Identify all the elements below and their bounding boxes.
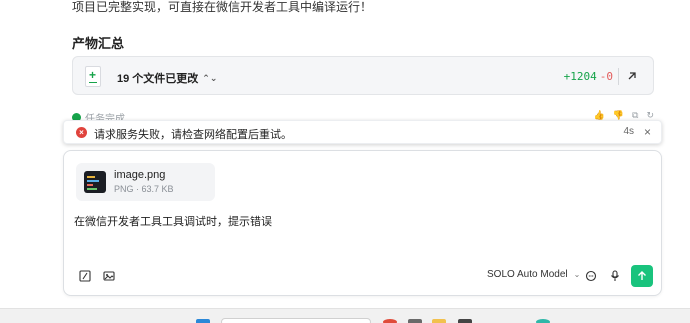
diff-stats: +1204 -0 [564, 70, 613, 83]
image-thumbnail [84, 171, 106, 193]
prompt-text[interactable]: 在微信开发者工具工具调试时，提示错误 [74, 213, 272, 229]
chevron-down-icon: ⌄ [573, 270, 581, 279]
taskbar-search[interactable] [221, 318, 371, 323]
divider [618, 68, 619, 85]
intro-text: 项目已完整实现，可直接在微信开发者工具中编译运行！ [72, 0, 373, 14]
error-toast: × 请求服务失败，请检查网络配置后重试。 4s × [63, 120, 662, 144]
toast-timer: 4s [623, 126, 634, 137]
voice-chat-button[interactable] [582, 267, 600, 285]
files-changed-label: 19 个文件已更改 [117, 73, 199, 85]
send-button[interactable] [631, 265, 653, 287]
app-icon[interactable] [408, 319, 422, 323]
arrow-up-right-icon [628, 72, 636, 80]
attachment-meta: PNG · 63.7 KB [114, 184, 174, 194]
model-selector[interactable]: SOLO Auto Model ⌄ [487, 269, 580, 280]
microphone-button[interactable] [606, 267, 624, 285]
chat-bubble-icon [585, 270, 597, 282]
attachment-name: image.png [114, 169, 166, 181]
deletions-count: -0 [599, 70, 613, 83]
section-title: 产物汇总 [72, 36, 125, 51]
chevron-updown-icon: ⌃⌄ [202, 72, 218, 83]
open-external-button[interactable] [623, 67, 641, 85]
image-attachment[interactable]: image.png PNG · 63.7 KB [76, 163, 215, 201]
model-label: SOLO Auto Model [487, 269, 568, 280]
files-changed-toggle[interactable]: 19 个文件已更改 ⌃⌄ [117, 70, 217, 86]
folder-icon[interactable] [432, 319, 446, 323]
toast-message: 请求服务失败，请检查网络配置后重试。 [94, 129, 292, 141]
slash-box-icon [79, 270, 91, 282]
app-icon[interactable] [458, 319, 472, 323]
toast-close-button[interactable]: × [644, 125, 651, 139]
app-icon[interactable] [536, 319, 550, 323]
artifact-summary-card[interactable]: + 19 个文件已更改 ⌃⌄ +1204 -0 [72, 56, 654, 95]
microphone-icon [611, 270, 619, 281]
image-icon [103, 271, 115, 281]
windows-start-icon[interactable] [196, 319, 210, 323]
additions-count: +1204 [563, 70, 597, 83]
file-add-icon: + [85, 66, 101, 87]
arrow-up-icon [638, 271, 646, 280]
context-button[interactable] [76, 267, 94, 285]
error-icon: × [76, 127, 87, 138]
chat-composer: image.png PNG · 63.7 KB 在微信开发者工具工具调试时，提示… [63, 150, 662, 296]
browser-icon[interactable] [383, 319, 397, 323]
taskbar [0, 308, 690, 323]
image-upload-button[interactable] [100, 267, 118, 285]
